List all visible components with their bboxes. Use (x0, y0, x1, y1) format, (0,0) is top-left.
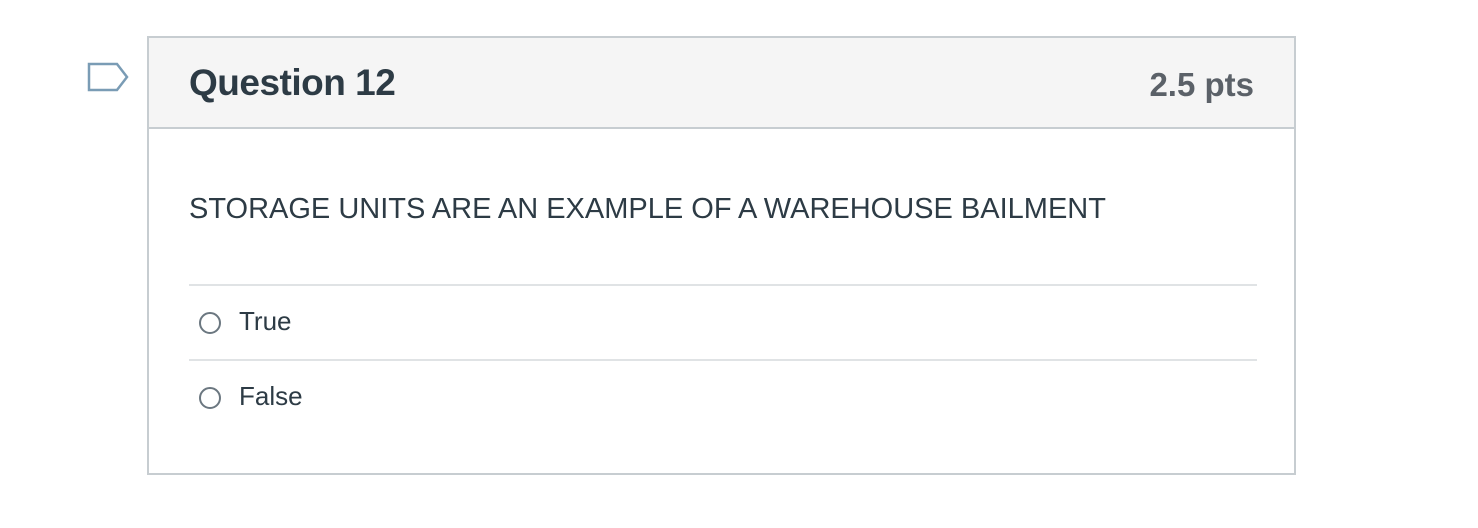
question-header: Question 12 2.5 pts (149, 38, 1294, 129)
answer-option-false[interactable]: False (189, 359, 1257, 434)
question-title: Question 12 (189, 62, 396, 103)
answer-list: True False (189, 284, 1257, 434)
flag-question-icon[interactable] (87, 62, 131, 96)
answer-label: True (239, 306, 292, 336)
answer-option-true[interactable]: True (189, 284, 1257, 359)
answer-label: False (239, 381, 303, 411)
question-text: STORAGE UNITS ARE AN EXAMPLE OF A WAREHO… (189, 193, 1106, 225)
radio-button[interactable] (199, 387, 221, 409)
question-points: 2.5 pts (1149, 66, 1254, 103)
radio-button[interactable] (199, 312, 221, 334)
question-card: Question 12 2.5 pts STORAGE UNITS ARE AN… (147, 36, 1296, 475)
